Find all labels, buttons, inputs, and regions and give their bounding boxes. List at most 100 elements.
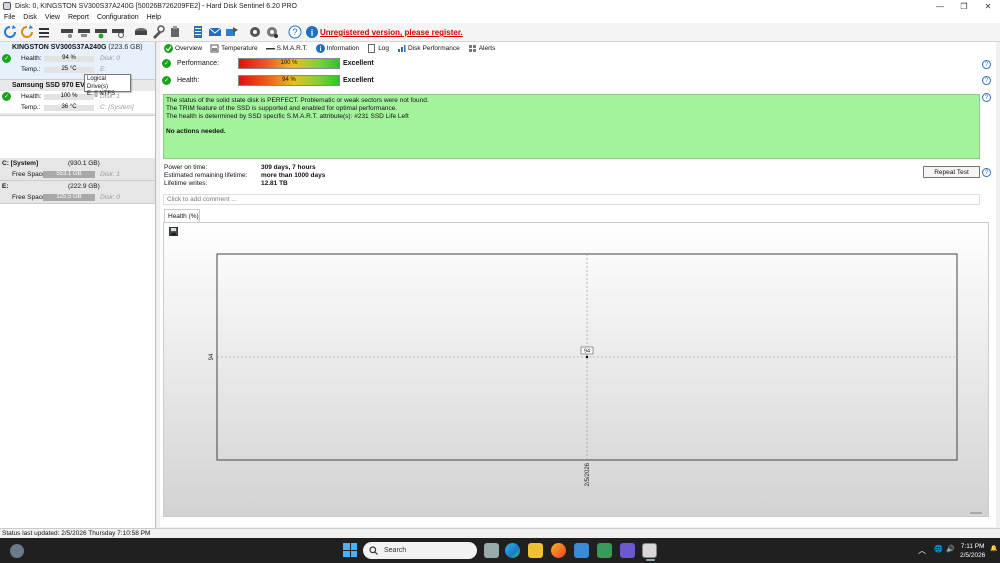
network-icon[interactable]: 🌐 xyxy=(934,545,943,553)
taskbar-search[interactable]: Search xyxy=(363,542,477,559)
app-grid-icon[interactable] xyxy=(597,543,612,558)
notification-icon[interactable]: 🔔 xyxy=(990,545,997,552)
health-rating: Excellent xyxy=(343,77,374,84)
health-bar: 94 % xyxy=(238,75,340,86)
repeat-test-button[interactable]: Repeat Test xyxy=(923,166,980,178)
tab-disk-performance[interactable]: Disk Performance xyxy=(393,42,464,54)
comment-input[interactable]: Click to add comment ... xyxy=(163,194,980,205)
volume-item[interactable]: C: [System] (930.1 GB) Free Space 553.1 … xyxy=(0,158,155,181)
clock-date: 2/5/2026 xyxy=(960,552,986,559)
drive-letters: C: [System] xyxy=(100,104,134,111)
maximize-button[interactable]: ❐ xyxy=(952,0,976,12)
tab-log[interactable]: Log xyxy=(363,42,393,54)
tab-temperature[interactable]: Temperature xyxy=(206,42,262,54)
help-icon[interactable]: ? xyxy=(982,93,991,102)
free-space-value: 125.5 GB xyxy=(56,194,82,200)
volume-disk: Disk: 0 xyxy=(100,194,120,201)
firefox-icon[interactable] xyxy=(551,543,566,558)
close-button[interactable]: ✕ xyxy=(976,0,1000,12)
volume-item[interactable]: E: (222.9 GB) Free Space 125.5 GB Disk: … xyxy=(0,181,155,204)
teams-icon[interactable] xyxy=(620,543,635,558)
disk-test-icon[interactable] xyxy=(59,24,75,40)
ok-check-icon: ✓ xyxy=(162,59,171,68)
disk-name: KINGSTON SV300S37A240G xyxy=(12,44,107,51)
usb-drive-icon[interactable] xyxy=(167,24,183,40)
disk-temp-row: Temp.: 36 °C C: [System] xyxy=(0,102,155,113)
disk-title: KINGSTON SV300S37A240G (223.6 GB) xyxy=(0,42,155,53)
ok-check-icon: ✓ xyxy=(2,92,11,101)
tab-information[interactable]: Information xyxy=(312,42,364,54)
performance-label: Performance: xyxy=(177,60,220,67)
weather-icon[interactable] xyxy=(10,544,24,558)
disk-health-row: ✓ Health: 100 % Disk: 1 xyxy=(0,91,155,102)
tab-bar: Overview Temperature S.M.A.R.T. Informat… xyxy=(160,42,499,54)
taskbar-clock[interactable]: 7:11 PM 2/5/2026 xyxy=(960,542,985,560)
status-action: No actions needed. xyxy=(166,128,226,136)
menu-help[interactable]: Help xyxy=(143,14,165,21)
tools-icon[interactable] xyxy=(150,24,166,40)
search-label: Search xyxy=(384,547,407,554)
menu-view[interactable]: View xyxy=(41,14,64,21)
chart-tab-health[interactable]: Health (%) xyxy=(164,209,200,222)
settings-icon[interactable] xyxy=(247,24,263,40)
menu-configuration[interactable]: Configuration xyxy=(93,14,143,21)
health-value: 94 % xyxy=(62,54,76,61)
tab-label: Information xyxy=(326,44,360,52)
unregistered-link[interactable]: Unregistered version, please register. xyxy=(320,28,463,37)
help-icon[interactable]: ? xyxy=(982,168,991,177)
help-icon[interactable]: ? xyxy=(287,24,303,40)
disk-item-0[interactable]: KINGSTON SV300S37A240G (223.6 GB) ✓ Heal… xyxy=(0,42,155,80)
file-explorer-icon[interactable] xyxy=(528,543,543,558)
svg-text:?: ? xyxy=(292,27,297,37)
menu-report[interactable]: Report xyxy=(64,14,93,21)
health-value: 94 % xyxy=(282,77,296,83)
edge-icon[interactable] xyxy=(505,543,520,558)
start-icon[interactable] xyxy=(343,543,357,557)
menu-file[interactable]: File xyxy=(0,14,19,21)
help-icon[interactable]: ? xyxy=(982,76,991,85)
refresh-icon[interactable] xyxy=(2,24,18,40)
temp-value: 25 °C xyxy=(61,65,77,72)
tab-label: Temperature xyxy=(221,44,258,52)
tab-alerts[interactable]: Alerts xyxy=(464,42,500,54)
tray-chevron-icon[interactable]: ︿ xyxy=(918,545,926,556)
alert-icon xyxy=(468,44,477,53)
report-icon[interactable] xyxy=(190,24,206,40)
health-label: Health: xyxy=(21,93,42,100)
tab-label: Log xyxy=(378,44,390,52)
power-on-value: 309 days, 7 hours xyxy=(261,164,316,171)
disk-health-row: ✓ Health: 94 % Disk: 0 xyxy=(0,53,155,64)
refresh-all-icon[interactable] xyxy=(19,24,35,40)
ok-check-icon: ✓ xyxy=(2,54,11,63)
list-icon[interactable] xyxy=(36,24,52,40)
tab-overview[interactable]: Overview xyxy=(160,42,207,54)
disk-info-icon[interactable] xyxy=(110,24,126,40)
menu-disk[interactable]: Disk xyxy=(19,14,41,21)
surface-test-icon[interactable] xyxy=(76,24,92,40)
tab-label: Overview xyxy=(175,44,203,52)
send-report-icon[interactable] xyxy=(224,24,240,40)
power-on-label: Power on time: xyxy=(164,164,208,171)
options-icon[interactable] xyxy=(264,24,280,40)
taskbar: Search ︿ 🌐 🔊 7:11 PM 2/5/2026 🔔 xyxy=(0,538,1000,563)
tab-smart[interactable]: S.M.A.R.T. xyxy=(262,42,312,54)
email-icon[interactable] xyxy=(207,24,223,40)
disk-health-icon[interactable] xyxy=(93,24,109,40)
window-controls: — ❐ ✕ xyxy=(928,0,1000,12)
help-icon[interactable]: ? xyxy=(982,60,991,69)
backup-icon[interactable] xyxy=(133,24,149,40)
task-view-icon[interactable] xyxy=(484,543,499,558)
hard-disk-sentinel-taskbar-icon[interactable] xyxy=(642,543,657,561)
status-line: The TRIM feature of the SSD is supported… xyxy=(166,104,398,112)
performance-rating: Excellent xyxy=(343,60,374,67)
minimize-button[interactable]: — xyxy=(928,0,952,12)
performance-value: 100 % xyxy=(280,60,298,66)
info-icon[interactable]: i xyxy=(304,24,320,40)
volume-name: E: xyxy=(2,183,9,190)
store-icon[interactable] xyxy=(574,543,589,558)
disk-item-1[interactable]: Samsung SSD 970 EVO Pl ✓ Health: 100 % D… xyxy=(0,80,155,116)
resize-grip[interactable] xyxy=(970,512,982,514)
temp-value: 36 °C xyxy=(61,103,77,110)
window-title: Disk: 0, KINGSTON SV300S37A240G [50026B7… xyxy=(15,2,297,10)
volume-icon[interactable]: 🔊 xyxy=(946,545,955,553)
